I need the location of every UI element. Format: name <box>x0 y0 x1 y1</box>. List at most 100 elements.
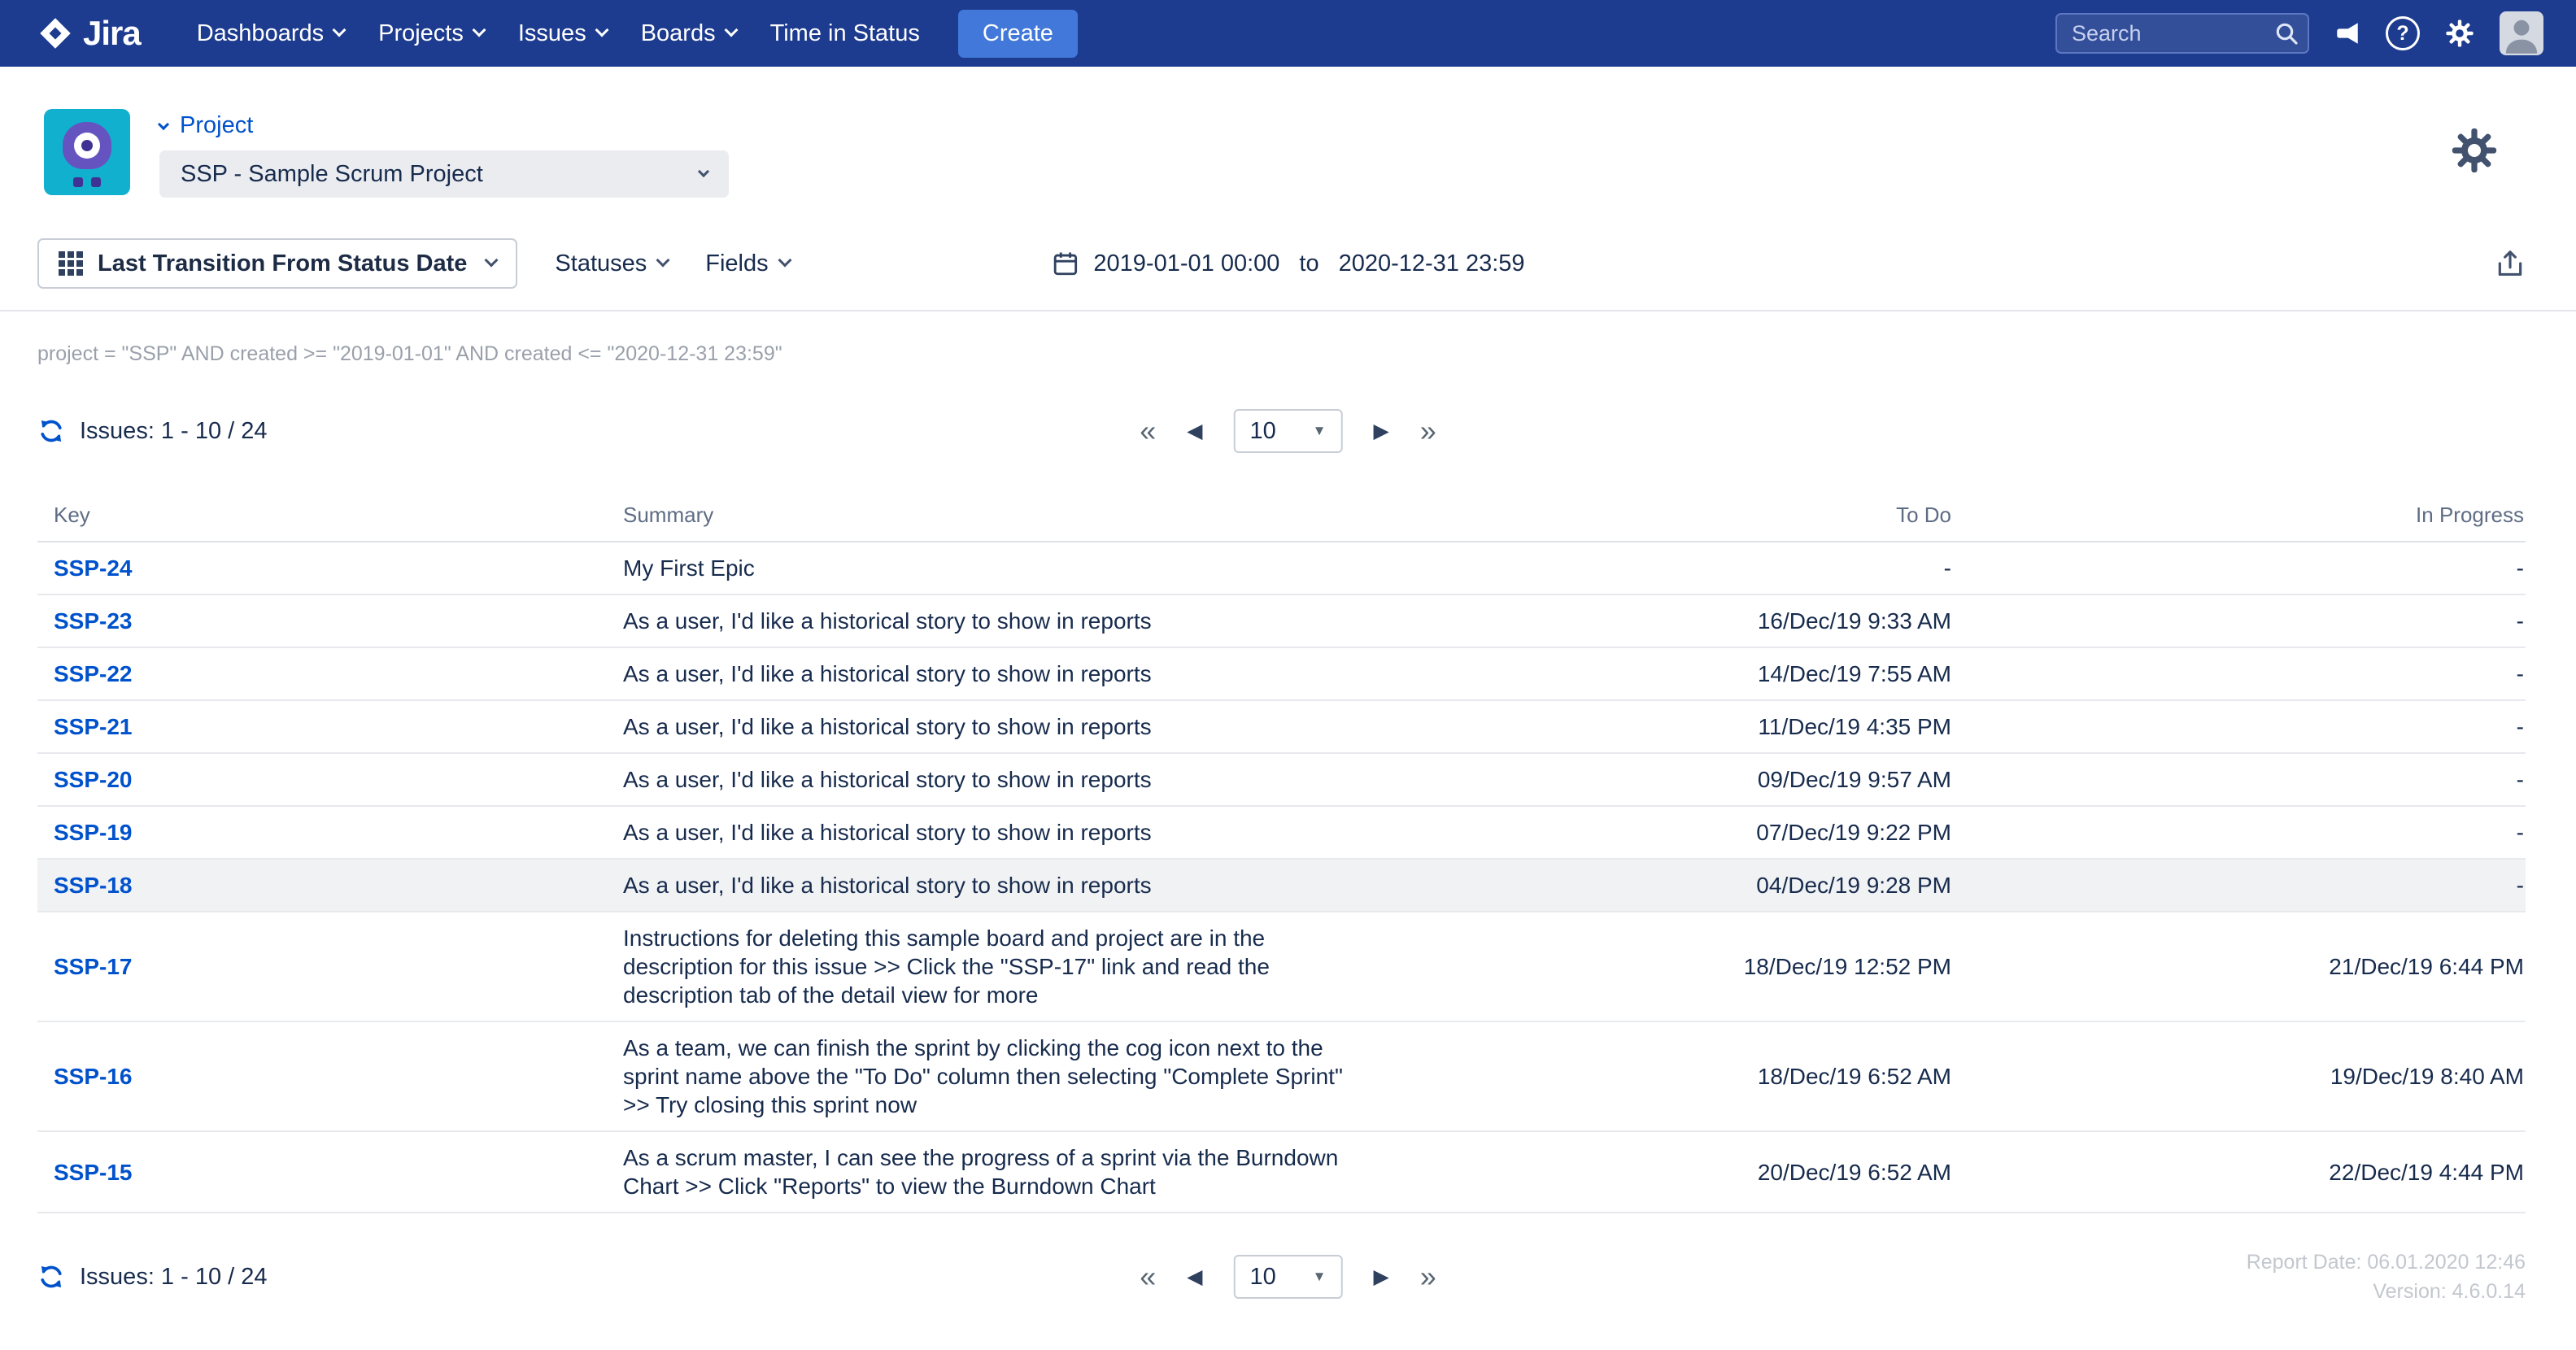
page-size-select[interactable]: 10 ▼ <box>1234 409 1343 453</box>
prev-page-button[interactable]: ◀ <box>1187 421 1202 442</box>
project-avatar <box>44 109 130 195</box>
project-label: Project <box>180 112 253 139</box>
create-button[interactable]: Create <box>958 10 1078 58</box>
nav-projects[interactable]: Projects <box>361 0 501 67</box>
inprogress-value: - <box>1953 753 2526 806</box>
refresh-icon[interactable] <box>37 417 65 445</box>
issue-summary: My First Epic <box>607 542 1424 594</box>
nav-issues[interactable]: Issues <box>501 0 624 67</box>
table-row-highlighted: SSP-18 As a user, I'd like a historical … <box>37 859 2526 912</box>
avatar-monster-foot <box>73 177 83 187</box>
column-header-todo[interactable]: To Do <box>1424 490 1953 542</box>
nav-issues-label: Issues <box>518 20 586 47</box>
issue-key-link[interactable]: SSP-18 <box>54 873 133 898</box>
fields-dropdown[interactable]: Fields <box>705 250 789 277</box>
todo-value: 07/Dec/19 9:22 PM <box>1424 806 1953 859</box>
todo-value: 18/Dec/19 12:52 PM <box>1424 912 1953 1021</box>
jira-logo[interactable]: Jira <box>39 14 141 53</box>
chevron-down-icon <box>698 166 709 177</box>
issue-key-link[interactable]: SSP-23 <box>54 608 133 634</box>
nav-boards[interactable]: Boards <box>624 0 753 67</box>
date-from-value: 2019-01-01 00:00 <box>1093 250 1279 277</box>
issue-key-link[interactable]: SSP-17 <box>54 954 133 979</box>
issue-key-link[interactable]: SSP-22 <box>54 661 133 686</box>
nav-projects-label: Projects <box>378 20 464 47</box>
caret-down-icon: ▼ <box>1313 1269 1327 1285</box>
chevron-down-icon <box>485 254 499 268</box>
chevron-down-icon <box>724 24 738 37</box>
issue-key-link[interactable]: SSP-15 <box>54 1160 133 1185</box>
search-icon[interactable] <box>2273 20 2299 50</box>
nav-dashboards-label: Dashboards <box>197 20 324 47</box>
search-input[interactable] <box>2055 13 2309 54</box>
report-type-button[interactable]: Last Transition From Status Date <box>37 238 517 289</box>
first-page-button[interactable]: « <box>1140 1262 1156 1291</box>
first-page-button[interactable]: « <box>1140 416 1156 446</box>
page-size-value: 10 <box>1250 418 1276 445</box>
column-header-inprogress[interactable]: In Progress <box>1953 490 2526 542</box>
todo-value: 04/Dec/19 9:28 PM <box>1424 859 1953 912</box>
refresh-icon[interactable] <box>37 1263 65 1291</box>
last-page-button[interactable]: » <box>1420 1262 1436 1291</box>
issue-key-link[interactable]: SSP-19 <box>54 820 133 845</box>
inprogress-value: - <box>1953 859 2526 912</box>
page-size-select[interactable]: 10 ▼ <box>1234 1255 1343 1299</box>
issue-summary: As a user, I'd like a historical story t… <box>607 700 1424 753</box>
column-header-summary[interactable]: Summary <box>607 490 1424 542</box>
nav-dashboards[interactable]: Dashboards <box>180 0 361 67</box>
inprogress-value: 21/Dec/19 6:44 PM <box>1953 912 2526 1021</box>
statuses-label: Statuses <box>555 250 647 277</box>
next-page-button[interactable]: ▶ <box>1374 421 1389 442</box>
chevron-down-icon <box>472 24 486 37</box>
export-icon[interactable] <box>2495 248 2526 279</box>
feedback-megaphone-icon[interactable] <box>2334 20 2361 47</box>
table-row: SSP-16 As a team, we can finish the spri… <box>37 1021 2526 1131</box>
todo-value: 20/Dec/19 6:52 AM <box>1424 1131 1953 1213</box>
issue-summary: As a user, I'd like a historical story t… <box>607 594 1424 647</box>
issue-summary: As a user, I'd like a historical story t… <box>607 806 1424 859</box>
prev-page-button[interactable]: ◀ <box>1187 1267 1202 1287</box>
issue-summary: As a team, we can finish the sprint by c… <box>607 1021 1424 1131</box>
inprogress-value: - <box>1953 594 2526 647</box>
date-range-separator: to <box>1294 250 1323 277</box>
inprogress-value: - <box>1953 542 2526 594</box>
table-row: SSP-15 As a scrum master, I can see the … <box>37 1131 2526 1213</box>
report-version: Version: 4.6.0.14 <box>2247 1277 2526 1306</box>
issue-summary: As a user, I'd like a historical story t… <box>607 647 1424 700</box>
project-select-value: SSP - Sample Scrum Project <box>181 161 483 188</box>
page-size-value: 10 <box>1250 1264 1276 1291</box>
table-row: SSP-19 As a user, I'd like a historical … <box>37 806 2526 859</box>
grid-icon <box>59 251 83 276</box>
issues-table-wrap: Key Summary To Do In Progress SSP-24 My … <box>0 457 2576 1213</box>
issue-key-link[interactable]: SSP-21 <box>54 714 133 739</box>
nav-boards-label: Boards <box>641 20 716 47</box>
next-page-button[interactable]: ▶ <box>1374 1267 1389 1287</box>
issue-summary: Instructions for deleting this sample bo… <box>607 912 1424 1021</box>
brand-text: Jira <box>83 14 141 53</box>
issue-key-link[interactable]: SSP-24 <box>54 555 133 581</box>
table-header-row: Key Summary To Do In Progress <box>37 490 2526 542</box>
date-range-picker[interactable]: 2019-01-01 00:00 to 2020-12-31 23:59 <box>1051 238 1524 289</box>
last-page-button[interactable]: » <box>1420 416 1436 446</box>
issue-key-link[interactable]: SSP-16 <box>54 1064 133 1089</box>
statuses-dropdown[interactable]: Statuses <box>555 250 668 277</box>
column-header-key[interactable]: Key <box>37 490 607 542</box>
calendar-icon <box>1051 250 1079 277</box>
admin-gear-icon[interactable] <box>2444 18 2475 49</box>
issue-key-link[interactable]: SSP-20 <box>54 767 133 792</box>
report-settings-gear-icon[interactable] <box>2449 125 2500 180</box>
todo-value: 09/Dec/19 9:57 AM <box>1424 753 1953 806</box>
report-meta: Report Date: 06.01.2020 12:46 Version: 4… <box>2247 1248 2526 1306</box>
jira-logo-icon <box>39 17 72 50</box>
user-avatar[interactable] <box>2500 11 2543 55</box>
todo-value: - <box>1424 542 1953 594</box>
help-icon[interactable]: ? <box>2386 16 2420 50</box>
project-label-toggle[interactable]: Project <box>159 112 729 139</box>
project-select[interactable]: SSP - Sample Scrum Project <box>159 150 729 198</box>
nav-time-in-status[interactable]: Time in Status <box>753 0 937 67</box>
issues-count-label: Issues: 1 - 10 / 24 <box>80 418 268 445</box>
table-row: SSP-21 As a user, I'd like a historical … <box>37 700 2526 753</box>
todo-value: 16/Dec/19 9:33 AM <box>1424 594 1953 647</box>
navbar-right: ? <box>2055 11 2543 55</box>
avatar-monster-eye <box>74 133 100 159</box>
